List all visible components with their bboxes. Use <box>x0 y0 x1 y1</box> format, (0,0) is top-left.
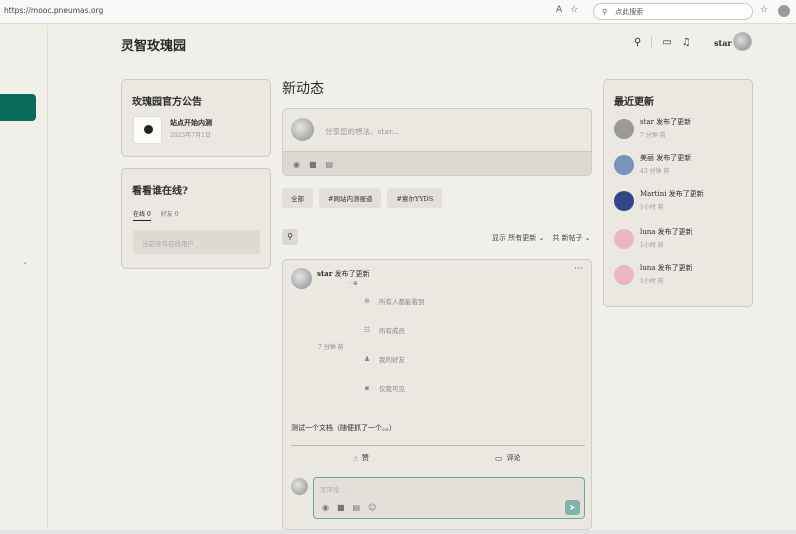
list-item[interactable]: Martini 发布了更新 1小时 前 <box>614 189 704 211</box>
filter-tag-beta[interactable]: #网站内测报道 <box>319 188 382 208</box>
list-item[interactable]: luna 发布了更新 1小时 前 <box>614 227 693 249</box>
chevron-down-icon[interactable]: ⌄ <box>22 258 28 266</box>
post-time: 7 分钟 前 <box>318 344 344 351</box>
recent-title: 最近更新 <box>614 97 654 108</box>
comment-input[interactable]: 写评论... <box>320 484 346 494</box>
announcement-thumbnail[interactable] <box>133 116 162 144</box>
inbox-icon[interactable]: ▭ <box>662 37 671 48</box>
person-icon: ♟ <box>363 355 371 363</box>
announcement-item-title[interactable]: 站点开始内测 <box>170 118 212 128</box>
avatar[interactable] <box>291 268 312 289</box>
post-body: 测试一个文档（随便抓了一个。。） <box>291 424 396 432</box>
filter-tag-sol[interactable]: #索尔YYDS <box>387 188 443 208</box>
group-icon: ☷ <box>363 326 371 334</box>
document-icon[interactable]: ▤ <box>353 503 361 512</box>
search-icon[interactable]: ⚲ <box>634 37 641 48</box>
sort-total-dropdown[interactable]: 共 新帖子 ⌄ <box>552 233 590 243</box>
announcement-panel: 玫瑰园官方公告 站点开始内测 2025年7月1日 <box>121 79 271 157</box>
online-empty-message: 当前没有在线用户 <box>133 230 260 254</box>
site-title[interactable]: 灵智玫瑰园 <box>121 35 186 54</box>
comment-icon: ▭ <box>495 453 503 463</box>
favorites-icon[interactable]: ☆ <box>760 5 768 17</box>
post-action-text: 发布了更新 <box>334 270 370 278</box>
document-icon[interactable]: ▤ <box>326 160 334 169</box>
post-composer: 分享您的想法，star... ◉ ■ ▤ <box>282 108 592 176</box>
avatar[interactable] <box>614 191 634 211</box>
bell-icon[interactable]: ♫ <box>682 37 691 48</box>
avatar[interactable] <box>614 119 634 139</box>
lock-icon: ▪ <box>364 384 370 392</box>
search-icon[interactable]: ⚲ <box>282 229 298 245</box>
left-sidebar: ⌄ <box>0 25 48 530</box>
tab-online[interactable]: 在线 0 <box>133 209 151 221</box>
sort-show-dropdown[interactable]: 显示 所有更新 ⌄ <box>492 233 544 243</box>
composer-input[interactable]: 分享您的想法，star... <box>325 126 399 137</box>
address-bar[interactable]: https://mooc.pneumas.org <box>4 6 103 15</box>
privacy-option-members[interactable]: ☷ 所有成员 <box>363 325 405 335</box>
globe-icon: ⊕ <box>364 297 370 305</box>
read-aloud-icon[interactable]: A <box>556 5 562 15</box>
online-title: 看看谁在线? <box>132 186 188 197</box>
send-button[interactable]: ➤ <box>565 500 580 515</box>
post-author[interactable]: star <box>317 269 332 278</box>
avatar[interactable] <box>614 229 634 249</box>
composer-toolbar: ◉ ■ ▤ <box>283 151 591 175</box>
list-item[interactable]: star 发布了更新 7 分钟 前 <box>614 117 691 139</box>
page-title: 新动态 <box>282 81 324 97</box>
announcement-item-date: 2025年7月1日 <box>170 132 211 139</box>
avatar <box>291 118 314 141</box>
browser-search-box[interactable]: ⚲ 点此搜索 <box>593 3 753 20</box>
feed-filters: 全部 #网站内测报道 #索尔YYDS <box>282 188 443 208</box>
comment-input-box[interactable]: 写评论... ◉ ■ ▤ ☺ ➤ <box>313 477 585 519</box>
comment-button[interactable]: ▭ 评论 <box>495 453 521 463</box>
post-card: star 发布了更新 ··· · ⊕ ⊕ 所有人都能看到 ☷ 所有成员 7 分钟… <box>282 259 592 530</box>
horizontal-scrollbar[interactable] <box>0 530 796 534</box>
avatar <box>291 478 308 495</box>
browser-search-placeholder: 点此搜索 <box>615 7 644 16</box>
divider <box>291 445 585 446</box>
avatar[interactable] <box>614 155 634 175</box>
filter-all[interactable]: 全部 <box>282 188 313 208</box>
privacy-option-friends[interactable]: ♟ 我的好友 <box>363 354 405 364</box>
announcement-title: 玫瑰园官方公告 <box>132 97 202 108</box>
profile-icon[interactable] <box>778 5 791 17</box>
online-panel: 看看谁在线? 在线 0 好友 0 当前没有在线用户 <box>121 168 271 269</box>
list-item[interactable]: luna 发布了更新 1小时 前 <box>614 263 693 285</box>
post-header: star 发布了更新 <box>317 269 370 279</box>
camera-icon[interactable]: ◉ <box>322 503 329 512</box>
globe-icon[interactable]: · ⊕ <box>349 280 358 287</box>
browser-toolbar: https://mooc.pneumas.org A ☆ ⚲ 点此搜索 ☆ <box>0 0 796 24</box>
emoji-icon[interactable]: ☺ <box>368 503 376 512</box>
tab-friends[interactable]: 好友 0 <box>161 209 179 221</box>
avatar[interactable] <box>614 265 634 285</box>
camera-icon[interactable]: ◉ <box>293 160 300 169</box>
favorite-star-icon[interactable]: ☆ <box>570 5 578 15</box>
video-icon[interactable]: ■ <box>309 160 317 169</box>
recent-updates-panel: 最近更新 star 发布了更新 7 分钟 前 美丽 发布了更新 43 分钟 前 … <box>603 79 753 307</box>
like-button[interactable]: ☝ 赞 <box>353 453 369 463</box>
sidebar-active-item[interactable] <box>0 94 36 121</box>
more-options-icon[interactable]: ··· <box>574 264 583 274</box>
user-name[interactable]: star <box>714 38 732 48</box>
header-divider <box>651 36 653 48</box>
thumbs-up-icon: ☝ <box>353 453 358 463</box>
avatar[interactable] <box>733 32 752 51</box>
search-icon: ⚲ <box>602 7 608 16</box>
list-item[interactable]: 美丽 发布了更新 43 分钟 前 <box>614 153 691 175</box>
video-icon[interactable]: ■ <box>337 503 345 512</box>
privacy-option-everyone[interactable]: ⊕ 所有人都能看到 <box>363 296 424 306</box>
privacy-option-only-me[interactable]: ▪ 仅我可见 <box>363 383 405 393</box>
